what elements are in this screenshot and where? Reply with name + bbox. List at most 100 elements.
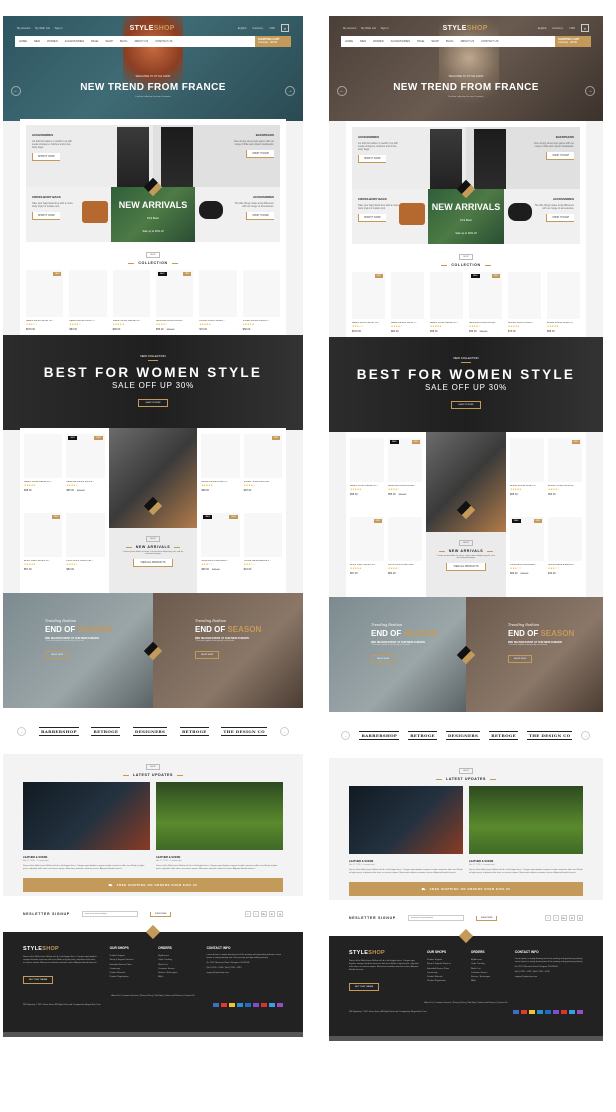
banner-backpacks[interactable]: BACKPACKS Give strong street style game w… [466, 127, 580, 189]
brand-logo[interactable]: THE DESIGN CO [221, 726, 267, 736]
view-all-products-button[interactable]: VIEW ALL PRODUCTS [446, 563, 486, 571]
footer-link[interactable]: FAQs [158, 975, 200, 979]
shop-now-button[interactable]: SHOP NOW [45, 651, 70, 659]
product-card[interactable]: NEW Emoti Tosem Docem Lo... ★★★★★ $57.00 [24, 512, 63, 588]
product-image[interactable]: SALE NEW [510, 516, 544, 561]
footer-link[interactable]: Product Registration [110, 975, 152, 979]
nav-home[interactable]: HOME [345, 40, 353, 43]
product-image[interactable] [24, 434, 63, 478]
season-banner-1[interactable]: Trending Fashion END OF SEASON PRE SEASO… [3, 593, 153, 708]
nav-women[interactable]: WOMEN [47, 40, 58, 43]
arrow-left-icon[interactable]: ← [337, 86, 347, 96]
product-card[interactable]: SALE NEW Juma Remo Fola Mosen... ★★★☆☆ $6… [201, 512, 240, 588]
product-name[interactable]: Emoee Rumoe Docem F... [547, 322, 580, 324]
nav-blog[interactable]: BLOG [120, 40, 127, 43]
product-image[interactable] [510, 438, 544, 482]
twitter-icon[interactable]: t [553, 915, 559, 921]
contact-email[interactable]: support@styleshop.com [515, 976, 583, 979]
product-name[interactable]: Nhuma Dama Rabema F... [548, 564, 582, 566]
product-name[interactable]: Emoti Tosem Docem Lo... [24, 560, 62, 562]
dribbble-icon[interactable]: ◎ [577, 915, 583, 921]
blog-post[interactable]: LEATHER & SUEDE Mar 17, 2015 · 0 comment… [469, 786, 583, 875]
shop-now-button[interactable]: SHOP IT NOW! [32, 153, 60, 161]
brand-logo[interactable]: BARBERSHOP [39, 726, 79, 736]
product-name[interactable]: Bazemda Dumoe Rumoe... [388, 485, 422, 487]
product-card[interactable]: Basem Dimoe Dasrsa Pol... ★★★★★ $98.00 [24, 434, 63, 509]
footer-logo[interactable]: STYLESHOP [349, 950, 421, 956]
product-card[interactable]: NEW Basem Burne Fazmer Co... ★★★☆☆ $679.… [26, 270, 64, 331]
google-plus-icon[interactable]: G+ [261, 911, 267, 917]
product-image[interactable]: SALE NEW [155, 270, 194, 317]
product-image[interactable] [547, 272, 580, 319]
product-name[interactable]: Furno Dumo Fobem Fac... [388, 564, 422, 566]
my-account-link[interactable]: My Account [343, 27, 356, 30]
arrow-right-icon[interactable]: → [285, 86, 295, 96]
blog-post[interactable]: LEATHER & SUEDE Mar 17, 2015 · 0 comment… [156, 782, 283, 871]
product-name[interactable]: Basem Burne Fazmer Co... [26, 320, 63, 322]
shopping-cart-button[interactable]: SHOPPING CART 0 item(s) - $0.00 [555, 36, 591, 47]
newsletter-email-input[interactable] [407, 915, 464, 921]
wishlist-link[interactable]: My Wish List [361, 27, 376, 30]
product-image[interactable]: NEW [352, 272, 385, 319]
nav-shop[interactable]: SHOP [105, 40, 113, 43]
product-image[interactable]: SALE NEW [388, 438, 422, 482]
product-name[interactable]: Emoti Tosem Docem Lo... [350, 564, 384, 566]
dribbble-icon[interactable]: ◎ [277, 911, 283, 917]
product-card[interactable]: Nhuma Dama Rabema F... ★★★☆☆ $43.00 [243, 512, 282, 588]
product-name[interactable]: Juma Remo Fola Mosen... [510, 564, 544, 566]
shop-now-button[interactable]: SHOP IT NOW! [358, 155, 386, 163]
product-card[interactable]: Emoee Rumoe Docem F... ★★★★★ $68.00 [510, 438, 544, 513]
product-image[interactable]: SALE NEW [66, 434, 105, 478]
brand-logo[interactable]: RETROGE [489, 730, 518, 740]
product-name[interactable]: Nhuma Dama Rabema F... [244, 560, 282, 562]
twitter-icon[interactable]: t [253, 911, 259, 917]
product-name[interactable]: Bazemda Dumoe Rumoe... [469, 322, 502, 324]
footer-link[interactable]: Product Registration [427, 979, 465, 983]
my-account-link[interactable]: My Account [17, 27, 30, 30]
product-name[interactable]: Dumoer Febom Rusem... [199, 320, 236, 322]
shop-now-button[interactable]: SHOP IT NOW! [546, 214, 574, 222]
brand-logo[interactable]: THE DESIGN CO [526, 730, 573, 740]
arrow-left-icon[interactable]: ← [341, 730, 351, 740]
product-name[interactable]: Bazemda Dumoe Rumoe... [66, 481, 104, 483]
nav-home[interactable]: HOME [19, 40, 27, 43]
banner-accessories[interactable]: ACCESSORIES Go bold for leather or switch… [26, 125, 153, 187]
facebook-icon[interactable]: f [545, 915, 551, 921]
brand-logo[interactable]: RETROGE [179, 726, 209, 736]
google-plus-icon[interactable]: G+ [561, 915, 567, 921]
nav-contact[interactable]: CONTACT US [155, 40, 172, 43]
banner-accessories-2[interactable]: ACCESSORIES The little things make a big … [504, 189, 580, 244]
post-title[interactable]: LEATHER & SUEDE [469, 860, 583, 863]
product-name[interactable]: Basem Dimoe Dasrsa Pol... [24, 481, 62, 483]
product-card[interactable]: Furno Dumo Fobem Fac... ★★★★☆ $83.00 [66, 512, 105, 588]
product-card[interactable]: Emoee Rumoe Docem F... ★★★★★ $68.00 [201, 434, 240, 509]
post-title[interactable]: LEATHER & SUEDE [349, 860, 463, 863]
linkedin-icon[interactable]: in [269, 911, 275, 917]
product-image[interactable] [243, 512, 282, 557]
product-name[interactable]: Basem Dimoe Dasrsa Pol... [430, 322, 463, 324]
product-image[interactable]: NEW [243, 434, 282, 478]
product-image[interactable]: SALE NEW [201, 512, 240, 557]
logo[interactable]: STYLESHOP [443, 25, 488, 32]
product-card[interactable]: NEW Emoed Tumoe Demo Ru... ★★★★☆ $93.00 [243, 434, 282, 509]
subscribe-button[interactable]: SUBSCRIBE [475, 915, 498, 921]
product-name[interactable]: Basem Burne Fazmer Co... [352, 322, 385, 324]
nav-about[interactable]: ABOUT US [460, 40, 474, 43]
shop-now-button[interactable]: SHOP NOW [508, 655, 533, 663]
product-name[interactable]: Basem Dimoe Dasrsa Pol... [350, 485, 384, 487]
product-name[interactable]: Emoee Rumoe Docem F... [243, 320, 280, 322]
product-card[interactable]: SALE NEW Bazemda Dumoe Rumoe... ★★★★☆ $55… [388, 438, 422, 513]
product-card[interactable]: Emoee Rumoe Docem F... ★★★★★ $68.00 [547, 272, 580, 333]
language-select[interactable]: English [238, 27, 247, 30]
product-card[interactable]: Basem Dimoe Dasrsa Pol... ★★★★★ $98.00 [350, 438, 384, 513]
subscribe-button[interactable]: SUBSCRIBE [149, 911, 172, 917]
product-name[interactable]: Basee Dancoe Durna Tr... [69, 320, 106, 322]
product-image[interactable] [201, 434, 240, 478]
nav-page[interactable]: PAGE [91, 40, 98, 43]
nav-accessories[interactable]: ACCESSORIES [65, 40, 84, 43]
nav-men[interactable]: MEN [360, 40, 366, 43]
shop-now-button[interactable]: SHOP IT NOW! [246, 212, 274, 220]
product-image[interactable] [242, 270, 280, 317]
logo[interactable]: STYLESHOP [130, 25, 175, 32]
post-title[interactable]: LEATHER & SUEDE [156, 856, 283, 859]
